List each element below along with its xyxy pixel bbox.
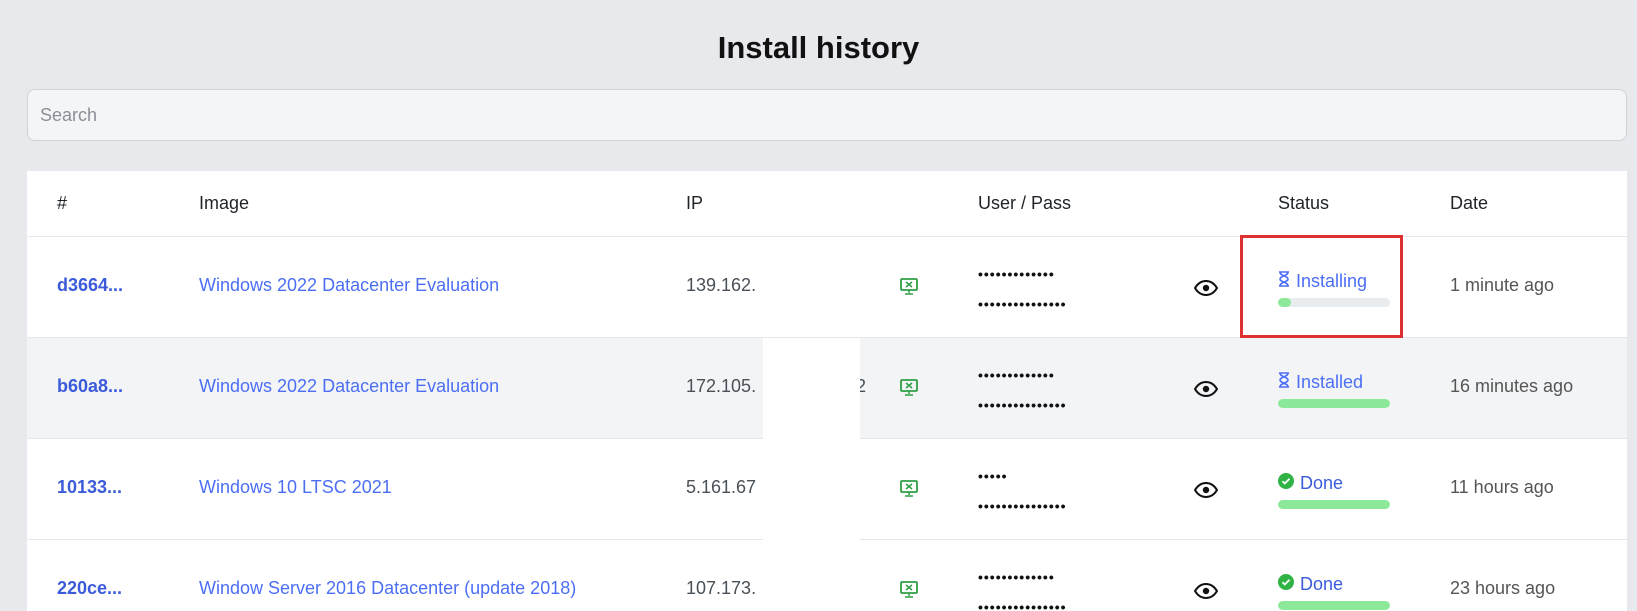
username-masked: ••••• [978, 468, 1008, 484]
install-id-link[interactable]: b60a8... [57, 376, 123, 397]
username-masked: ••••••••••••• [978, 367, 1055, 383]
username-masked: ••••••••••••• [978, 266, 1055, 282]
image-link[interactable]: Window Server 2016 Datacenter (update 20… [199, 578, 576, 599]
remote-desktop-icon[interactable] [899, 581, 919, 599]
status-label: Installing [1278, 271, 1390, 292]
hourglass-icon [1278, 372, 1290, 393]
header-image: Image [199, 193, 250, 213]
progress-fill [1278, 601, 1390, 610]
ip-address: 5.161.67 [686, 477, 757, 497]
status-cell: Done [1278, 574, 1390, 610]
status-cell: Done [1278, 473, 1390, 509]
install-id-link[interactable]: 220ce... [57, 578, 122, 599]
progress-fill [1278, 500, 1390, 509]
status-cell: Installing [1278, 271, 1390, 307]
image-link[interactable]: Windows 10 LTSC 2021 [199, 477, 392, 498]
password-masked: ••••••••••••••• [978, 498, 1067, 514]
header-status: Status [1278, 193, 1330, 213]
header-user-pass: User / Pass [978, 193, 1072, 213]
status-text: Installed [1296, 372, 1364, 392]
hourglass-icon [1278, 271, 1290, 292]
credentials: ••••••••••••• ••••••••••••••• [978, 562, 1067, 611]
eye-icon[interactable] [1193, 481, 1219, 499]
status-cell: Installed [1278, 372, 1390, 408]
table-row: d3664... Windows 2022 Datacenter Evaluat… [27, 237, 1627, 338]
ip-address: 172.105. [686, 376, 757, 396]
header-id: # [57, 193, 68, 213]
install-date: 11 hours ago [1450, 477, 1554, 497]
table-header: # Image IP User / Pass Status Date [27, 171, 1627, 237]
search-input[interactable] [27, 89, 1627, 141]
status-text: Done [1300, 473, 1344, 493]
page-title: Install history [717, 30, 920, 65]
progress-bar [1278, 399, 1390, 408]
password-masked: ••••••••••••••• [978, 599, 1067, 611]
image-link[interactable]: Windows 2022 Datacenter Evaluation [199, 275, 499, 296]
install-history-page: Install history # Image IP User / Pass S… [0, 0, 1637, 611]
status-text: Installing [1296, 271, 1368, 291]
password-masked: ••••••••••••••• [978, 397, 1067, 413]
progress-bar [1278, 500, 1390, 509]
install-date: 23 hours ago [1450, 578, 1556, 598]
install-date: 16 minutes ago [1450, 376, 1574, 396]
image-link[interactable]: Windows 2022 Datacenter Evaluation [199, 376, 499, 397]
eye-icon[interactable] [1193, 582, 1219, 600]
install-id-link[interactable]: 10133... [57, 477, 122, 498]
remote-desktop-icon[interactable] [899, 278, 919, 296]
status-label: Done [1278, 574, 1390, 595]
header-date: Date [1450, 193, 1489, 213]
username-masked: ••••••••••••• [978, 569, 1055, 585]
redaction-block [763, 338, 860, 611]
remote-desktop-icon[interactable] [899, 379, 919, 397]
check-circle-icon [1278, 473, 1294, 494]
progress-fill [1278, 399, 1390, 408]
header-ip: IP [686, 193, 704, 213]
credentials: ••••••••••••• ••••••••••••••• [978, 259, 1067, 319]
check-circle-icon [1278, 574, 1294, 595]
remote-desktop-icon[interactable] [899, 480, 919, 498]
eye-icon[interactable] [1193, 279, 1219, 297]
ip-address: 139.162. [686, 275, 757, 295]
install-id-link[interactable]: d3664... [57, 275, 123, 296]
credentials: ••••• ••••••••••••••• [978, 461, 1067, 521]
status-text: Done [1300, 574, 1344, 594]
ip-address: 107.173. [686, 578, 757, 598]
status-label: Installed [1278, 372, 1390, 393]
eye-icon[interactable] [1193, 380, 1219, 398]
progress-bar [1278, 601, 1390, 610]
status-label: Done [1278, 473, 1390, 494]
progress-fill [1278, 298, 1292, 307]
progress-bar [1278, 298, 1390, 307]
install-date: 1 minute ago [1450, 275, 1555, 295]
credentials: ••••••••••••• ••••••••••••••• [978, 360, 1067, 420]
password-masked: ••••••••••••••• [978, 296, 1067, 312]
